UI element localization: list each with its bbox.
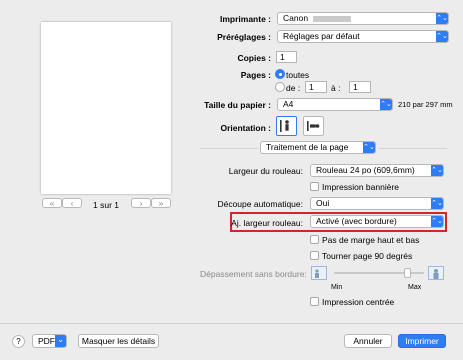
rotate-label: Tourner page 90 degrés [322, 251, 413, 261]
hide-details-button[interactable]: Masquer les détails [78, 334, 159, 348]
copies-label: Copies : [237, 53, 271, 63]
pages-all-label: toutes [286, 70, 310, 80]
banner-label: Impression bannière [322, 182, 400, 192]
printer-label: Imprimante : [219, 14, 271, 24]
print-button[interactable]: Imprimer [398, 334, 446, 348]
portrait-orientation-button[interactable] [276, 116, 297, 136]
overflow-min-label: Min [331, 284, 343, 291]
overflow-slider-thumb[interactable] [404, 268, 411, 278]
section-value: Traitement de la page [266, 142, 349, 152]
presets-select[interactable]: Réglages par défaut ⌃⌄ [277, 30, 449, 43]
roll-width-select[interactable]: Rouleau 24 po (609,6mm) ⌃⌄ [310, 164, 444, 177]
pages-to-label: à : [331, 83, 341, 93]
popup-arrows-icon: ⌃⌄ [436, 13, 448, 24]
popup-arrows-icon: ⌃⌄ [436, 31, 448, 42]
paper-size-label: Taille du papier : [204, 100, 271, 110]
no-margin-checkbox[interactable] [310, 235, 319, 244]
centered-label: Impression centrée [322, 297, 395, 307]
overflow-label: Dépassement sans bordure: [200, 269, 307, 279]
popup-arrows-icon: ⌃⌄ [363, 142, 375, 153]
paper-size-select[interactable]: A4 ⌃⌄ [277, 98, 393, 111]
pages-range-radio[interactable] [275, 82, 285, 92]
roll-width-label: Largeur du rouleau: [228, 166, 303, 176]
pages-to-field[interactable]: 1 [349, 81, 371, 93]
pages-from-field[interactable]: 1 [305, 81, 327, 93]
prev-page-button[interactable]: ‹ [62, 198, 82, 208]
overflow-min-icon [311, 266, 327, 280]
first-page-button[interactable]: « [42, 198, 62, 208]
printer-select[interactable]: Canon ⌃⌄ [277, 12, 449, 25]
popup-arrows-icon: ⌃⌄ [380, 99, 392, 110]
chevron-down-icon: ⌄ [55, 335, 66, 347]
no-margin-label: Pas de marge haut et bas [322, 235, 420, 245]
pages-from-label: de : [286, 83, 301, 93]
popup-arrows-icon: ⌃⌄ [431, 165, 443, 176]
pdf-button[interactable]: PDF ⌄ [32, 334, 67, 348]
help-button[interactable]: ? [12, 335, 25, 348]
section-select[interactable]: Traitement de la page ⌃⌄ [260, 141, 376, 154]
fit-roll-width-value: Activé (avec bordure) [316, 216, 397, 226]
pages-all-radio[interactable] [275, 69, 285, 79]
cancel-button[interactable]: Annuler [344, 334, 392, 348]
page-preview [41, 22, 171, 194]
orientation-label: Orientation : [220, 123, 271, 133]
portrait-person-icon [280, 120, 289, 132]
help-icon: ? [16, 337, 21, 346]
copies-field[interactable]: 1 [276, 51, 297, 63]
section-separator-right [379, 148, 447, 149]
popup-arrows-icon: ⌃⌄ [431, 198, 443, 209]
auto-cut-select[interactable]: Oui ⌃⌄ [310, 197, 444, 210]
fit-roll-width-select[interactable]: Activé (avec bordure) ⌃⌄ [310, 215, 444, 228]
presets-value: Réglages par défaut [283, 31, 360, 41]
landscape-person-icon [307, 121, 320, 131]
pages-label: Pages : [240, 70, 271, 80]
fit-roll-width-label: Aj. largeur rouleau: [231, 218, 303, 228]
section-separator-left [200, 148, 258, 149]
next-page-button[interactable]: › [131, 198, 151, 208]
centered-checkbox[interactable] [310, 297, 319, 306]
banner-checkbox[interactable] [310, 182, 319, 191]
printer-name-redacted [313, 15, 352, 22]
auto-cut-value: Oui [316, 198, 330, 208]
roll-width-value: Rouleau 24 po (609,6mm) [316, 165, 415, 175]
last-page-button[interactable]: » [151, 198, 171, 208]
auto-cut-label: Découpe automatique: [217, 199, 303, 209]
paper-dimensions: 210 par 297 mm [398, 100, 453, 109]
footer-separator [0, 323, 463, 324]
popup-arrows-icon: ⌃⌄ [431, 216, 443, 227]
pdf-label: PDF [38, 336, 55, 346]
overflow-max-label: Max [408, 284, 422, 291]
printer-value: Canon [283, 13, 309, 23]
rotate-checkbox[interactable] [310, 251, 319, 260]
page-indicator: 1 sur 1 [93, 200, 119, 210]
overflow-max-icon [428, 266, 444, 280]
presets-label: Préréglages : [217, 32, 271, 42]
landscape-orientation-button[interactable] [303, 116, 324, 136]
paper-size-value: A4 [283, 99, 294, 109]
